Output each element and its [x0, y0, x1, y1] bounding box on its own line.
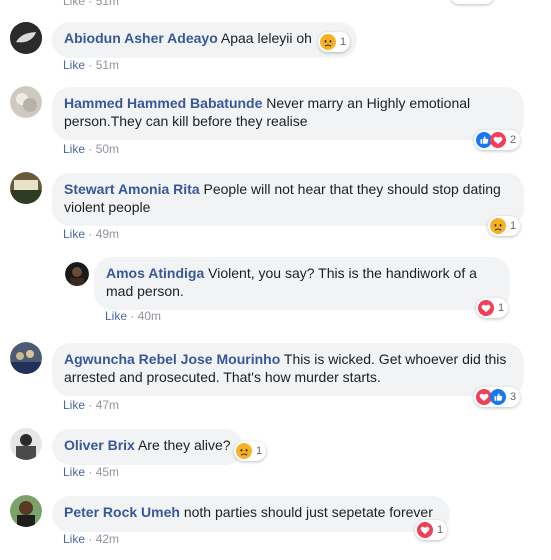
comment-bubble: Amos Atindiga Violent, you say? This is … [94, 257, 510, 310]
comment-time: 40m [137, 309, 162, 323]
comment-time: 42m [95, 532, 120, 546]
comment-author[interactable]: Oliver Brix [64, 437, 135, 453]
comment-time: 50m [95, 142, 120, 156]
reaction-summary[interactable]: 2 [474, 130, 521, 150]
sad-icon [320, 34, 336, 50]
reaction-count: 1 [498, 302, 505, 314]
reaction-summary[interactable]: 1 [234, 441, 267, 461]
comment-bubble: Peter Rock Umeh noth parties should just… [52, 496, 450, 532]
comment-meta: Like · 50m [63, 142, 120, 156]
comment-author[interactable]: Hammed Hammed Babatunde [64, 95, 262, 111]
comment-meta: Like · 45m [63, 465, 120, 479]
like-link[interactable]: Like [63, 465, 85, 479]
like-link[interactable]: Like [63, 532, 85, 546]
like-link[interactable]: Like [105, 309, 127, 323]
comment-text: Apaa leleyii oh [220, 30, 312, 46]
comment-time: 51m [95, 0, 120, 8]
avatar[interactable] [10, 342, 42, 374]
previous-reactions [450, 0, 494, 4]
avatar[interactable] [10, 428, 42, 460]
love-icon [478, 300, 494, 316]
comment-meta: Like · 47m [63, 398, 120, 412]
comment-meta: Like · 42m [63, 532, 120, 546]
comment-bubble: Agwuncha Rebel Jose Mourinho This is wic… [52, 343, 524, 396]
comment-bubble: Stewart Amonia Rita People will not hear… [52, 173, 524, 226]
like-icon [490, 389, 506, 405]
comment-meta: Like · 40m [105, 309, 162, 323]
reaction-count: 1 [510, 220, 517, 232]
comment-time: 49m [95, 227, 120, 241]
reaction-count: 1 [340, 36, 347, 48]
reaction-summary[interactable]: 1 [415, 520, 448, 540]
comment-time: 51m [95, 58, 120, 72]
like-link[interactable]: Like [63, 142, 85, 156]
reaction-summary[interactable]: 1 [318, 32, 351, 52]
reaction-summary[interactable]: 1 [476, 298, 509, 318]
sad-icon [490, 218, 506, 234]
reaction-summary[interactable]: 3 [474, 387, 521, 407]
love-icon [417, 522, 433, 538]
comment-author[interactable]: Abiodun Asher Adeayo [64, 30, 218, 46]
avatar[interactable] [10, 86, 42, 118]
comment-author[interactable]: Peter Rock Umeh [64, 504, 180, 520]
comment-author[interactable]: Stewart Amonia Rita [64, 181, 200, 197]
like-link[interactable]: Like [63, 227, 85, 241]
comment-bubble: Hammed Hammed Babatunde Never marry an H… [52, 87, 524, 140]
comment-time: 45m [95, 465, 120, 479]
avatar[interactable] [10, 495, 42, 527]
previous-comment-meta: Like · 51m [63, 0, 119, 8]
avatar[interactable] [10, 22, 42, 54]
comment-meta: Like · 51m [63, 58, 120, 72]
comment-text: noth parties should just sepetate foreve… [183, 504, 433, 520]
reaction-summary[interactable]: 1 [488, 216, 521, 236]
reaction-count: 1 [437, 524, 444, 536]
reaction-count: 1 [256, 445, 263, 457]
reaction-count: 2 [510, 134, 517, 146]
comment-text: Are they alive? [137, 437, 231, 453]
love-icon [490, 132, 506, 148]
like-link[interactable]: Like [63, 398, 85, 412]
comment-author[interactable]: Amos Atindiga [106, 265, 204, 281]
comment-bubble: Abiodun Asher Adeayo Apaa leleyii oh [52, 22, 357, 58]
reaction-count: 3 [510, 391, 517, 403]
comment-meta: Like · 49m [63, 227, 120, 241]
comment-bubble: Oliver Brix Are they alive? [52, 429, 243, 465]
like-link[interactable]: Like [63, 58, 85, 72]
avatar[interactable] [10, 172, 42, 204]
comment-author[interactable]: Agwuncha Rebel Jose Mourinho [64, 351, 280, 367]
like-link[interactable]: Like [63, 0, 85, 8]
sad-icon [236, 443, 252, 459]
comment-time: 47m [95, 398, 120, 412]
avatar[interactable] [65, 262, 89, 286]
